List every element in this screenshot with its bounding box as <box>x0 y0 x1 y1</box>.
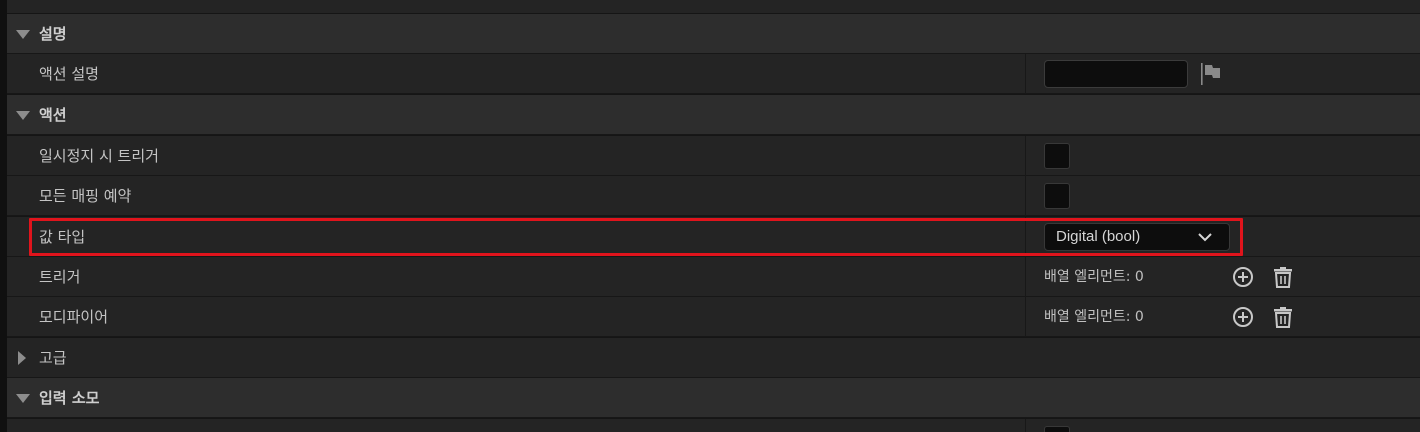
expand-arrow-icon[interactable] <box>18 351 26 365</box>
column-divider[interactable] <box>1025 136 1026 176</box>
collapse-arrow-icon[interactable] <box>16 111 30 120</box>
property-label: 액션 설명 <box>39 65 99 83</box>
value-type-dropdown[interactable]: Digital (bool) <box>1044 223 1230 251</box>
collapse-arrow-icon[interactable] <box>16 394 30 403</box>
details-panel: 설명 액션 설명 액션 일시정지 시 트리거 모든 매핑 예약 값 타입 Dig… <box>0 0 1420 432</box>
flag-icon[interactable] <box>1200 62 1222 86</box>
chevron-down-icon <box>1198 233 1212 242</box>
column-divider[interactable] <box>1025 176 1026 216</box>
property-row-reserve-all-mappings: 모든 매핑 예약 <box>7 176 1420 216</box>
category-title: 설명 <box>39 25 67 43</box>
trigger-when-paused-checkbox[interactable] <box>1044 143 1070 169</box>
column-divider[interactable] <box>1025 419 1026 432</box>
property-row-value-type: 값 타입 Digital (bool) <box>7 217 1420 257</box>
property-label: 모디파이어 <box>39 308 109 326</box>
column-divider[interactable] <box>1025 257 1026 297</box>
property-row-triggers: 트리거 배열 엘리먼트: 0 <box>7 257 1420 297</box>
category-input-consumption[interactable]: 입력 소모 <box>7 378 1420 418</box>
previous-row-edge <box>7 0 1420 14</box>
left-gutter <box>0 0 7 432</box>
column-divider[interactable] <box>1025 217 1026 257</box>
column-divider[interactable] <box>1025 297 1026 337</box>
category-advanced[interactable]: 고급 <box>7 338 1420 378</box>
delete-icon[interactable] <box>1272 266 1294 288</box>
column-divider[interactable] <box>1025 54 1026 94</box>
array-element-count: 배열 엘리먼트: 0 <box>1044 309 1144 325</box>
property-row-action-description: 액션 설명 <box>7 54 1420 94</box>
value-type-selected: Digital (bool) <box>1056 228 1141 245</box>
property-label: 모든 매핑 예약 <box>39 187 132 205</box>
category-title: 고급 <box>39 349 67 367</box>
partial-checkbox[interactable] <box>1044 426 1070 432</box>
reserve-all-mappings-checkbox[interactable] <box>1044 183 1070 209</box>
delete-icon[interactable] <box>1272 306 1294 328</box>
add-element-icon[interactable] <box>1232 266 1254 288</box>
property-label: 값 타입 <box>39 228 86 246</box>
category-action[interactable]: 액션 <box>7 95 1420 135</box>
property-row-modifiers: 모디파이어 배열 엘리먼트: 0 <box>7 297 1420 337</box>
category-description[interactable]: 설명 <box>7 14 1420 54</box>
category-title: 액션 <box>39 106 67 124</box>
add-element-icon[interactable] <box>1232 306 1254 328</box>
property-label: 일시정지 시 트리거 <box>39 147 159 165</box>
array-element-count: 배열 엘리먼트: 0 <box>1044 269 1144 285</box>
property-label: 트리거 <box>39 268 81 286</box>
property-row-trigger-when-paused: 일시정지 시 트리거 <box>7 136 1420 176</box>
property-row-partial <box>7 419 1420 432</box>
category-title: 입력 소모 <box>39 389 100 407</box>
action-description-input[interactable] <box>1044 60 1188 88</box>
collapse-arrow-icon[interactable] <box>16 30 30 39</box>
